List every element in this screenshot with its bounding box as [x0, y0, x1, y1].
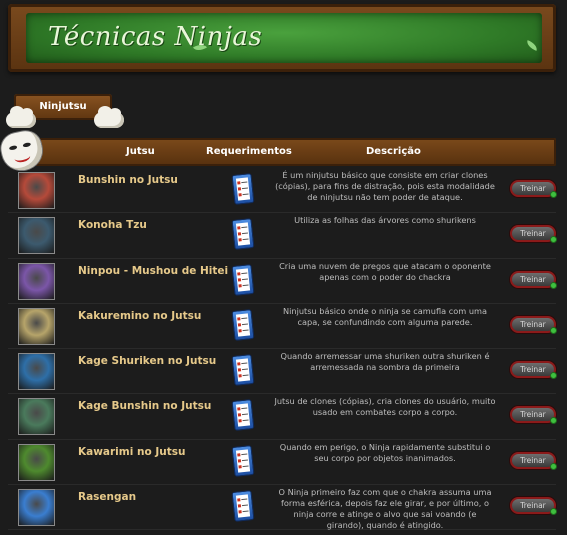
cloud-icon [94, 106, 124, 128]
train-button-label: Treinar [520, 319, 546, 329]
table-row: Kakuremino no Jutsu Ninjutsu básico onde… [8, 304, 557, 350]
category-tab[interactable]: Ninjutsu [6, 92, 126, 134]
table-row: Kawarimi no Jutsu Quando em perigo, o Ni… [8, 440, 557, 486]
jutsu-description: Utiliza as folhas das árvores como shuri… [294, 215, 476, 226]
jutsu-thumbnail-image [19, 263, 54, 299]
page-banner: Técnicas Ninjas [8, 4, 556, 72]
jutsu-thumbnail [18, 262, 55, 300]
jutsu-description: Cria uma nuvem de pregos que atacam o op… [279, 260, 491, 282]
status-dot-icon [550, 191, 557, 198]
jutsu-name: Kage Bunshin no Jutsu [78, 400, 212, 413]
jutsu-name: Ninpou - Mushou de Hitei [78, 264, 229, 277]
train-button[interactable]: Treinar [510, 270, 557, 289]
jutsu-thumbnail-image [19, 173, 54, 208]
table-header: Jutsu Requerimentos Descrição [8, 138, 556, 166]
train-button-label: Treinar [520, 365, 546, 375]
jutsu-table: Bunshin no Jutsu É um ninjutsu básico qu… [8, 168, 557, 531]
train-button-label: Treinar [520, 455, 546, 465]
jutsu-thumbnail-image [19, 354, 54, 390]
jutsu-description: Quando em perigo, o Ninja rapidamente su… [279, 441, 491, 463]
jutsu-thumbnail [18, 217, 55, 255]
jutsu-name: Bunshin no Jutsu [78, 174, 178, 186]
jutsu-description: Ninjutsu básico onde o ninja se camufla … [282, 305, 488, 327]
jutsu-name: Kawarimi no Jutsu [78, 445, 186, 458]
train-button[interactable]: Treinar [510, 361, 557, 380]
train-button-label: Treinar [520, 229, 546, 239]
column-header-requirements: Requerimentos [206, 146, 292, 157]
jutsu-name: Rasengan [78, 491, 137, 504]
jutsu-thumbnail [18, 489, 55, 527]
banner-panel: Técnicas Ninjas [26, 13, 542, 63]
table-row: Konoha Tzu Utiliza as folhas das árvores… [8, 213, 557, 259]
train-button-label: Treinar [520, 184, 546, 193]
train-button[interactable]: Treinar [510, 180, 557, 198]
jutsu-thumbnail [18, 307, 55, 345]
jutsu-thumbnail [18, 353, 55, 391]
column-header-jutsu: Jutsu [126, 146, 155, 157]
jutsu-thumbnail-image [19, 490, 54, 526]
train-button-label: Treinar [520, 501, 546, 511]
jutsu-description: O Ninja primeiro faz com que o chakra as… [278, 487, 492, 531]
checklist-icon[interactable] [231, 308, 255, 341]
checklist-icon[interactable] [231, 444, 255, 477]
train-button[interactable]: Treinar [510, 406, 557, 425]
train-button[interactable]: Treinar [510, 315, 557, 334]
status-dot-icon [550, 417, 557, 425]
status-dot-icon [550, 281, 557, 289]
mask-icon [0, 128, 46, 174]
status-dot-icon [550, 508, 557, 516]
status-dot-icon [550, 326, 557, 334]
jutsu-description: É um ninjutsu básico que consiste em cri… [275, 170, 495, 202]
jutsu-thumbnail [18, 398, 55, 436]
jutsu-name: Konoha Tzu [78, 219, 147, 232]
train-button-label: Treinar [520, 274, 546, 284]
table-row: Bunshin no Jutsu É um ninjutsu básico qu… [8, 168, 557, 214]
checklist-icon[interactable] [231, 218, 255, 251]
jutsu-thumbnail [18, 443, 55, 481]
train-button[interactable]: Treinar [510, 225, 557, 244]
jutsu-thumbnail-image [19, 308, 54, 344]
status-dot-icon [550, 372, 557, 380]
table-row: Kage Bunshin no Jutsu Jutsu de clones (c… [8, 394, 557, 440]
jutsu-thumbnail-image [19, 218, 54, 254]
checklist-icon[interactable] [231, 354, 255, 387]
status-dot-icon [550, 462, 557, 470]
train-button-label: Treinar [520, 410, 546, 420]
page-title: Técnicas Ninjas [48, 22, 263, 52]
checklist-icon[interactable] [231, 399, 255, 432]
table-row: Rasengan O Ninja primeiro faz com que o … [8, 485, 557, 531]
cloud-icon [6, 106, 36, 128]
jutsu-description: Jutsu de clones (cópias), cria clones do… [274, 396, 496, 418]
jutsu-thumbnail-image [19, 399, 54, 435]
jutsu-thumbnail-image [19, 444, 54, 480]
jutsu-name: Kakuremino no Jutsu [78, 309, 202, 322]
train-button[interactable]: Treinar [510, 497, 557, 516]
status-dot-icon [550, 236, 557, 244]
table-row: Ninpou - Mushou de Hitei Cria uma nuvem … [8, 259, 557, 304]
jutsu-thumbnail [18, 172, 55, 209]
checklist-icon[interactable] [231, 490, 255, 523]
checklist-icon[interactable] [231, 263, 255, 296]
column-header-description: Descrição [366, 146, 421, 157]
checklist-icon[interactable] [231, 173, 255, 205]
jutsu-description: Quando arremessar uma shuriken outra shu… [280, 351, 490, 373]
jutsu-name: Kage Shuriken no Jutsu [78, 355, 217, 368]
table-row: Kage Shuriken no Jutsu Quando arremessar… [8, 349, 557, 395]
train-button[interactable]: Treinar [510, 451, 557, 470]
